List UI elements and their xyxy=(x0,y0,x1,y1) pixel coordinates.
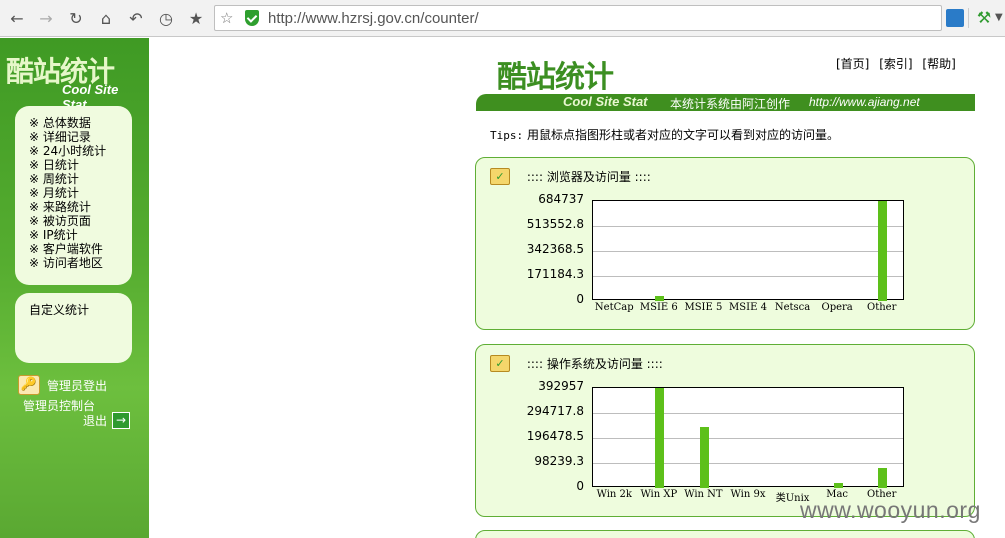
menu-item-monthly[interactable]: ※ 月统计 xyxy=(29,186,132,200)
folder-icon: ✓ xyxy=(490,355,510,372)
link-index[interactable]: [索引] xyxy=(879,57,912,71)
home-icon[interactable]: ⌂ xyxy=(95,7,117,29)
tips-label: Tips: xyxy=(490,129,524,142)
x-tick-label[interactable]: Other xyxy=(856,302,908,313)
undo-icon[interactable]: ↶ xyxy=(125,7,147,29)
gridline xyxy=(593,413,903,414)
y-tick-label: 392957 xyxy=(538,379,584,393)
main-logo-cn: 酷站统计 xyxy=(497,60,614,95)
menu-item-ip[interactable]: ※ IP统计 xyxy=(29,228,132,242)
url-text[interactable]: http://www.hzrsj.gov.cn/counter/ xyxy=(268,10,479,27)
reload-icon[interactable]: ↻ xyxy=(65,7,87,29)
banner-author: 本统计系统由阿江创作 xyxy=(670,97,791,111)
history-icon[interactable]: ◷ xyxy=(155,7,177,29)
gridline xyxy=(593,276,903,277)
third-chart-panel xyxy=(475,530,975,538)
link-help[interactable]: [帮助] xyxy=(922,57,955,71)
back-icon[interactable]: ← xyxy=(6,7,28,29)
y-tick-label: 0 xyxy=(576,292,584,306)
gridline xyxy=(593,463,903,464)
bar-win-nt[interactable] xyxy=(699,426,709,488)
header-banner: Cool Site Stat 本统计系统由阿江创作 http://www.aji… xyxy=(476,94,975,111)
browser-toolbar: ← → ↻ ⌂ ↶ ◷ ★ ☆ http://www.hzrsj.gov.cn/… xyxy=(0,0,1005,37)
key-icon: 🔑 xyxy=(18,375,40,395)
folder-icon: ✓ xyxy=(490,168,510,185)
exit-link[interactable]: 退出 xyxy=(83,414,107,428)
chevron-down-icon[interactable]: ▼ xyxy=(995,12,1003,23)
bar-msie-6[interactable] xyxy=(655,295,665,301)
sidebar-menu: ※ 总体数据 ※ 详细记录 ※ 24小时统计 ※ 日统计 ※ 周统计 ※ 月统计… xyxy=(15,106,132,285)
menu-item-client-software[interactable]: ※ 客户端软件 xyxy=(29,242,132,256)
menu-item-referrers[interactable]: ※ 来路统计 xyxy=(29,200,132,214)
menu-item-visitor-region[interactable]: ※ 访问者地区 xyxy=(29,256,132,270)
bar-mac[interactable] xyxy=(833,482,843,488)
sidebar-logo: 酷站统计 Cool Site Stat xyxy=(6,50,146,112)
menu-item-daily[interactable]: ※ 日统计 xyxy=(29,158,132,172)
admin-logout-row[interactable]: 🔑 管理员登出 xyxy=(18,375,148,395)
address-bar[interactable]: ☆ http://www.hzrsj.gov.cn/counter/ xyxy=(214,5,942,31)
banner-logo-en: Cool Site Stat xyxy=(563,94,648,109)
y-tick-label: 0 xyxy=(576,479,584,493)
main-logo: 酷站统计 xyxy=(497,52,637,95)
bar-other[interactable] xyxy=(878,467,888,488)
bookmark-star-icon[interactable]: ★ xyxy=(185,7,207,29)
banner-site-link[interactable]: http://www.ajiang.net xyxy=(809,95,920,109)
y-tick-label: 196478.5 xyxy=(526,429,584,443)
sidebar: 酷站统计 Cool Site Stat ※ 总体数据 ※ 详细记录 ※ 24小时… xyxy=(0,38,149,538)
os-chart-title: :::: 操作系统及访问量 :::: xyxy=(526,357,663,371)
bar-win-xp[interactable] xyxy=(655,388,665,488)
extension-chart-icon[interactable] xyxy=(946,9,964,27)
link-home[interactable]: [首页] xyxy=(836,57,869,71)
forward-icon[interactable]: → xyxy=(35,7,57,29)
os-chart-header: ✓ :::: 操作系统及访问量 :::: xyxy=(490,355,663,377)
browser-chart-title: :::: 浏览器及访问量 :::: xyxy=(526,170,651,184)
exit-row[interactable]: 退出 → xyxy=(83,412,131,432)
y-tick-label: 684737 xyxy=(538,192,584,206)
tips: Tips: 用鼠标点指图形柱或者对应的文字可以看到对应的访问量。 xyxy=(490,126,839,143)
menu-item-weekly[interactable]: ※ 周统计 xyxy=(29,172,132,186)
y-tick-label: 513552.8 xyxy=(526,217,584,231)
toolbar-divider xyxy=(968,8,969,28)
admin-logout-link[interactable]: 管理员登出 xyxy=(47,377,107,394)
y-tick-label: 294717.8 xyxy=(526,404,584,418)
custom-stats-link[interactable]: 自定义统计 xyxy=(29,303,89,317)
star-outline-icon[interactable]: ☆ xyxy=(220,9,233,27)
exit-arrow-icon[interactable]: → xyxy=(112,412,131,429)
watermark: www.wooyun.org xyxy=(800,497,981,523)
menu-item-24h[interactable]: ※ 24小时统计 xyxy=(29,144,132,158)
plot-area xyxy=(592,200,904,301)
y-tick-label: 171184.3 xyxy=(526,267,584,281)
y-tick-label: 342368.5 xyxy=(526,242,584,256)
gridline xyxy=(593,226,903,227)
tips-text: 用鼠标点指图形柱或者对应的文字可以看到对应的访问量。 xyxy=(526,128,839,142)
browser-chart-panel: ✓ :::: 浏览器及访问量 :::: 684737513552.8342368… xyxy=(475,157,975,330)
top-links: [首页] [索引] [帮助] xyxy=(836,55,962,72)
menu-item-details[interactable]: ※ 详细记录 xyxy=(29,130,132,144)
bar-other[interactable] xyxy=(878,201,888,301)
y-tick-label: 98239.3 xyxy=(534,454,584,468)
menu-item-visited-pages[interactable]: ※ 被访页面 xyxy=(29,214,132,228)
menu-item-overview[interactable]: ※ 总体数据 xyxy=(29,116,132,130)
security-shield-icon xyxy=(245,10,259,26)
browser-chart-header: ✓ :::: 浏览器及访问量 :::: xyxy=(490,168,651,190)
custom-stats-box: 自定义统计 xyxy=(15,293,132,363)
os-chart-panel: ✓ :::: 操作系统及访问量 :::: 392957294717.819647… xyxy=(475,344,975,517)
gridline xyxy=(593,251,903,252)
extension-pin-icon[interactable]: ⚒ xyxy=(975,9,993,27)
plot-area xyxy=(592,387,904,488)
gridline xyxy=(593,438,903,439)
